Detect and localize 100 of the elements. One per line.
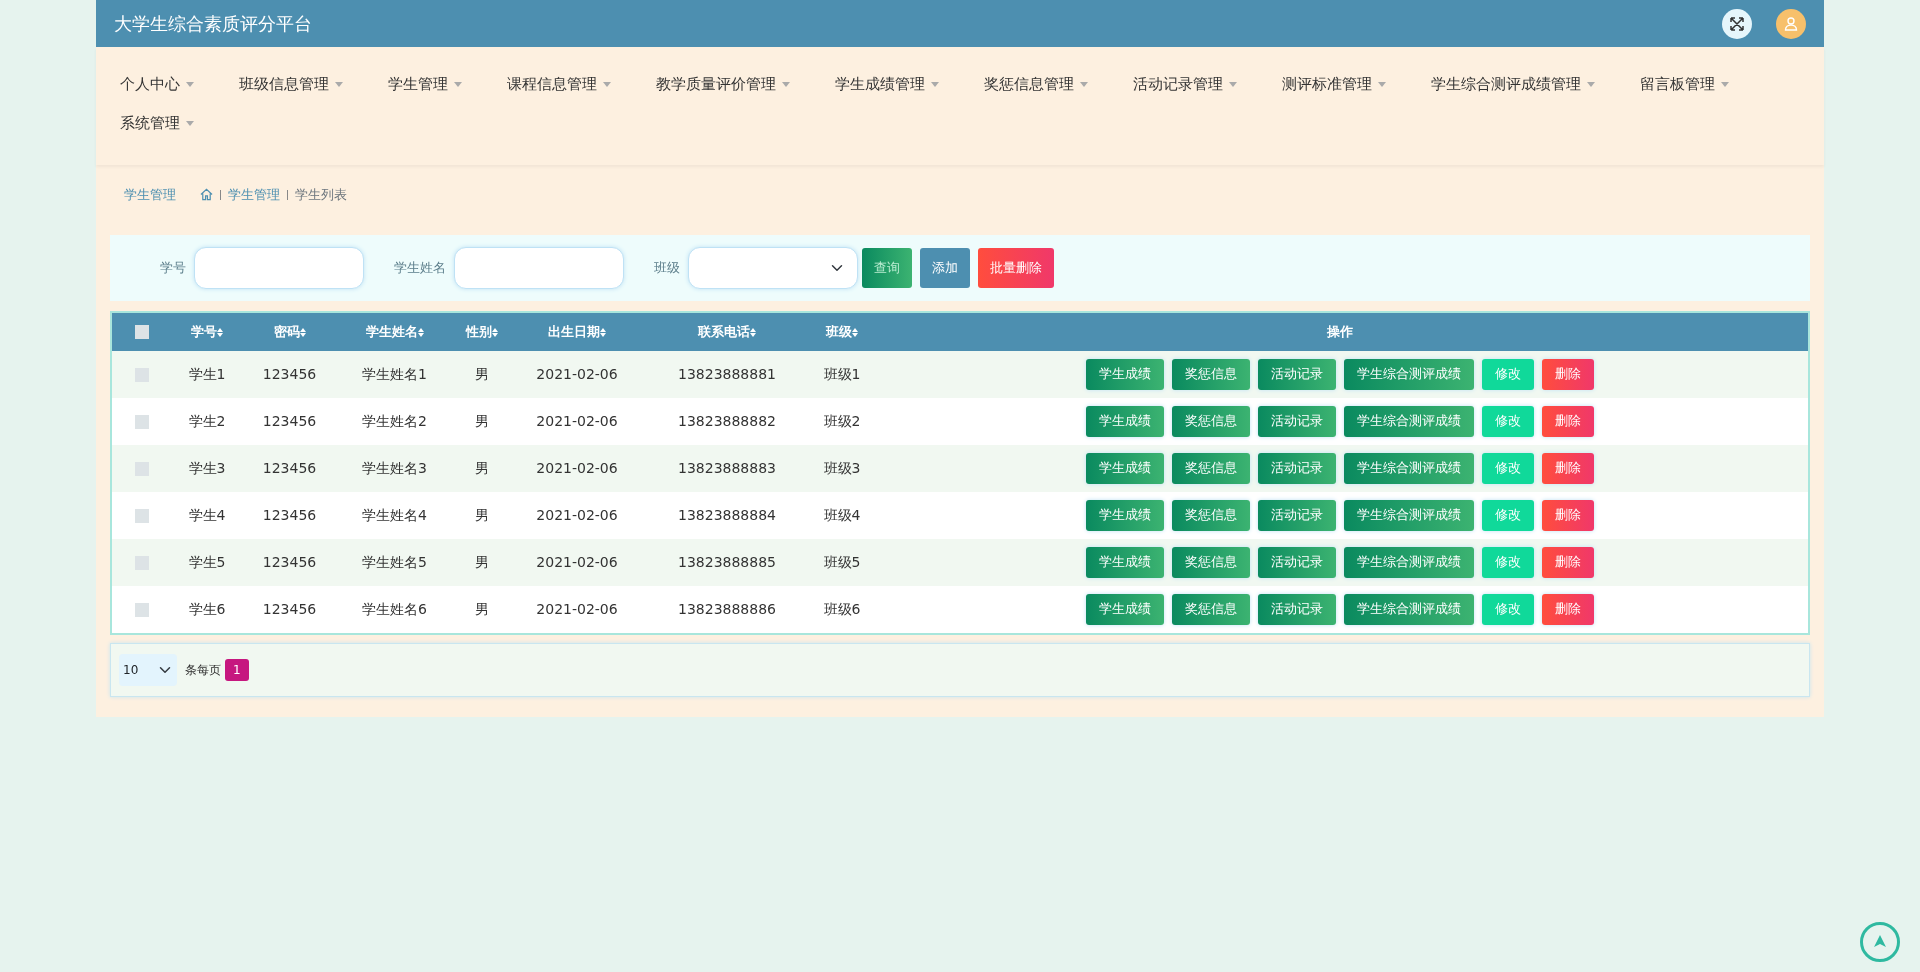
nav-menu-item[interactable]: 测评标准管理: [1270, 65, 1398, 104]
input-field[interactable]: [194, 246, 364, 289]
edit-button[interactable]: 修改: [1482, 593, 1534, 625]
action-button[interactable]: 学生成绩: [1086, 499, 1164, 531]
field-label: 班级: [654, 258, 680, 277]
nav-menu-item[interactable]: 系统管理: [108, 103, 206, 142]
column-header[interactable]: 学号: [191, 323, 217, 339]
sort-icon[interactable]: [492, 327, 498, 337]
action-button[interactable]: 活动记录: [1258, 405, 1336, 437]
action-button[interactable]: 奖惩信息: [1172, 499, 1250, 531]
home-icon[interactable]: [200, 188, 213, 202]
table-cell: 13823888882: [678, 412, 776, 429]
breadcrumb-link[interactable]: 学生管理: [228, 185, 280, 205]
action-button[interactable]: 奖惩信息: [1172, 546, 1250, 578]
column-header[interactable]: 联系电话: [698, 323, 750, 339]
table-cell: 学生6: [188, 600, 226, 617]
page-size-select[interactable]: 10: [119, 653, 177, 686]
row-checkbox[interactable]: [135, 414, 149, 429]
nav-menu-item[interactable]: 教学质量评价管理: [644, 65, 802, 104]
delete-button[interactable]: 删除: [1542, 405, 1594, 437]
table-cell: 男: [475, 459, 489, 476]
edit-button[interactable]: 修改: [1482, 452, 1534, 484]
page-button[interactable]: 1: [225, 658, 249, 681]
row-checkbox[interactable]: [135, 508, 149, 523]
table-cell: 学生姓名1: [362, 365, 427, 382]
action-button[interactable]: 学生综合测评成绩: [1344, 452, 1474, 484]
action-button[interactable]: 学生综合测评成绩: [1344, 358, 1474, 390]
action-button[interactable]: 学生成绩: [1086, 593, 1164, 625]
table-cell: 2021-02-06: [536, 506, 618, 523]
table-cell: 13823888881: [678, 365, 776, 382]
table-cell: 123456: [262, 412, 317, 429]
action-button[interactable]: 学生成绩: [1086, 546, 1164, 578]
delete-button[interactable]: 删除: [1542, 452, 1594, 484]
action-button[interactable]: 活动记录: [1258, 452, 1336, 484]
row-checkbox[interactable]: [135, 602, 149, 617]
action-button[interactable]: 奖惩信息: [1172, 593, 1250, 625]
action-button[interactable]: 活动记录: [1258, 358, 1336, 390]
edit-button[interactable]: 修改: [1482, 405, 1534, 437]
table-cell: 班级4: [823, 506, 861, 523]
table-cell: 2021-02-06: [536, 459, 618, 476]
nav-menu-item[interactable]: 学生综合测评成绩管理: [1419, 65, 1607, 104]
action-button[interactable]: 活动记录: [1258, 593, 1336, 625]
action-button[interactable]: 活动记录: [1258, 546, 1336, 578]
action-button[interactable]: 学生成绩: [1086, 405, 1164, 437]
table-cell: 班级5: [823, 553, 861, 570]
column-header[interactable]: 班级: [826, 323, 852, 339]
page-size-label: 条每页: [185, 661, 221, 679]
action-button[interactable]: 学生成绩: [1086, 452, 1164, 484]
delete-button[interactable]: 删除: [1542, 358, 1594, 390]
back-to-top-button[interactable]: [1860, 922, 1900, 962]
table-cell: 学生1: [188, 365, 226, 382]
nav-menu-item[interactable]: 课程信息管理: [495, 65, 623, 104]
table-cell: 男: [475, 506, 489, 523]
action-button[interactable]: 学生综合测评成绩: [1344, 593, 1474, 625]
nav-menu-item[interactable]: 活动记录管理: [1121, 65, 1249, 104]
fullscreen-icon[interactable]: [1722, 8, 1752, 39]
nav-menu-item[interactable]: 个人中心: [108, 65, 206, 104]
input-field[interactable]: [454, 246, 624, 289]
batch-delete-button[interactable]: 批量删除: [978, 247, 1054, 288]
action-button[interactable]: 奖惩信息: [1172, 358, 1250, 390]
delete-button[interactable]: 删除: [1542, 546, 1594, 578]
nav-menu-item[interactable]: 学生管理: [376, 65, 474, 104]
nav-menu-item[interactable]: 奖惩信息管理: [972, 65, 1100, 104]
column-header[interactable]: 性别: [466, 323, 492, 339]
table-cell: 男: [475, 600, 489, 617]
sort-icon[interactable]: [750, 327, 756, 337]
add-button[interactable]: 添加: [920, 247, 970, 288]
action-button[interactable]: 奖惩信息: [1172, 452, 1250, 484]
action-button[interactable]: 奖惩信息: [1172, 405, 1250, 437]
column-header[interactable]: 学生姓名: [365, 323, 418, 339]
action-button[interactable]: 活动记录: [1258, 499, 1336, 531]
edit-button[interactable]: 修改: [1482, 358, 1534, 390]
edit-button[interactable]: 修改: [1482, 546, 1534, 578]
action-button[interactable]: 学生综合测评成绩: [1344, 499, 1474, 531]
action-button[interactable]: 学生成绩: [1086, 358, 1164, 390]
nav-menu-item[interactable]: 留言板管理: [1628, 65, 1741, 104]
nav-menu-item[interactable]: 班级信息管理: [227, 65, 355, 104]
sort-icon[interactable]: [217, 327, 223, 337]
sort-icon[interactable]: [852, 327, 858, 337]
select-all-checkbox[interactable]: [135, 325, 149, 340]
sort-icon[interactable]: [417, 327, 424, 337]
table-cell: 男: [475, 365, 489, 382]
edit-button[interactable]: 修改: [1482, 499, 1534, 531]
query-button[interactable]: 查询: [862, 247, 912, 288]
column-header[interactable]: 密码: [273, 323, 300, 339]
sort-icon[interactable]: [600, 327, 606, 337]
table-cell: 123456: [262, 459, 317, 476]
action-button[interactable]: 学生综合测评成绩: [1344, 546, 1474, 578]
column-header[interactable]: 出生日期: [548, 323, 600, 339]
action-button[interactable]: 学生综合测评成绩: [1344, 405, 1474, 437]
user-icon[interactable]: [1776, 8, 1806, 39]
delete-button[interactable]: 删除: [1542, 593, 1594, 625]
app-title: 大学生综合素质评分平台: [114, 12, 312, 36]
table-cell: 男: [475, 412, 489, 429]
nav-menu-item[interactable]: 学生成绩管理: [823, 65, 951, 104]
sort-icon[interactable]: [299, 327, 306, 337]
field-label: 学生姓名: [394, 258, 446, 277]
breadcrumb-current: 学生列表: [295, 186, 347, 204]
delete-button[interactable]: 删除: [1542, 499, 1594, 531]
table-cell: 学生3: [188, 459, 226, 476]
